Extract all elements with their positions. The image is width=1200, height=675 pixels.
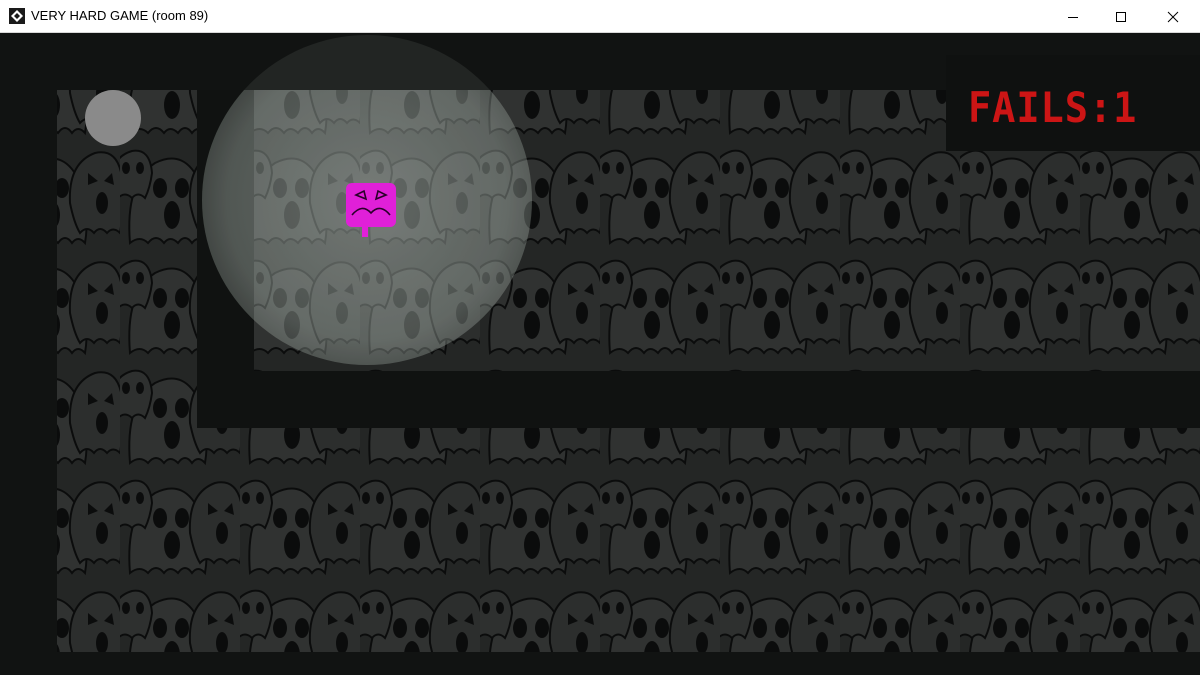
title-bar[interactable]: VERY HARD GAME (room 89) xyxy=(0,0,1200,33)
close-button[interactable] xyxy=(1150,0,1196,33)
minimize-icon xyxy=(1068,16,1078,18)
fails-counter: FAILS:1 xyxy=(968,83,1138,132)
goal-circle[interactable] xyxy=(85,90,141,146)
game-canvas[interactable]: FAILS:1 xyxy=(0,33,1200,675)
maximize-button[interactable] xyxy=(1098,0,1144,33)
game-window: VERY HARD GAME (room 89) FAILS:1 xyxy=(0,0,1200,675)
game-maker-icon xyxy=(9,8,25,24)
window-title: VERY HARD GAME (room 89) xyxy=(31,8,209,23)
maximize-icon xyxy=(1116,11,1126,22)
minimize-button[interactable] xyxy=(1050,0,1096,33)
close-icon xyxy=(1167,11,1179,22)
